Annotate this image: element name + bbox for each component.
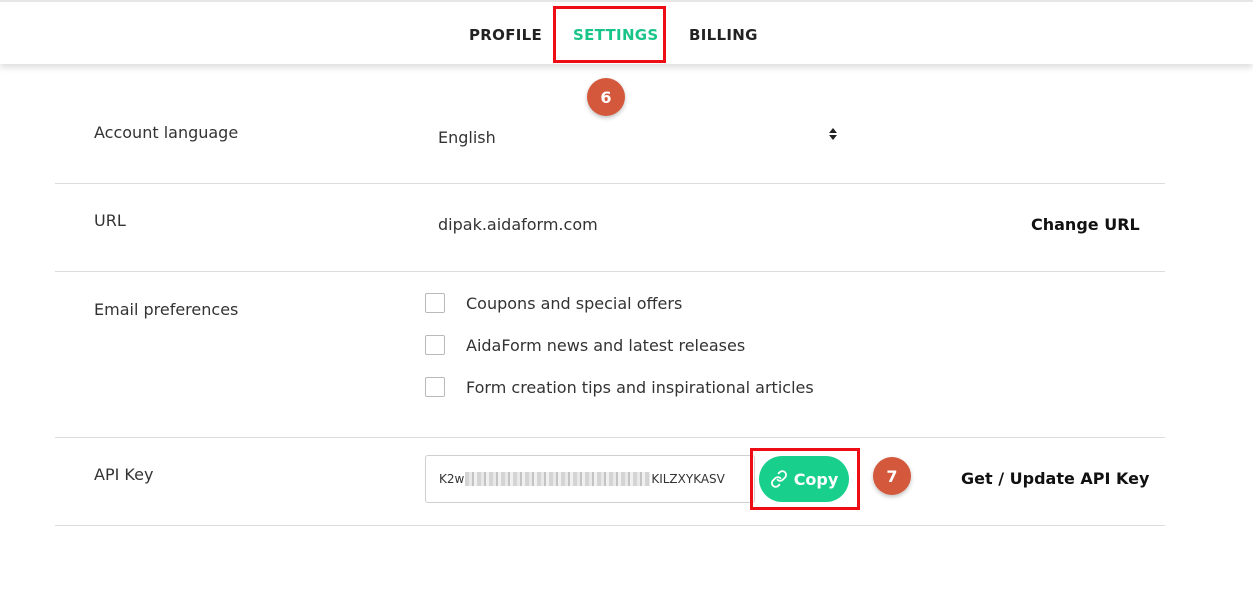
news-checkbox[interactable] (425, 335, 445, 355)
tips-label: Form creation tips and inspirational art… (466, 377, 814, 397)
email-pref-tips[interactable]: Form creation tips and inspirational art… (425, 377, 814, 397)
news-label: AidaForm news and latest releases (466, 335, 746, 355)
api-key-label: API Key (94, 465, 154, 484)
get-update-api-key-link[interactable]: Get / Update API Key (961, 469, 1149, 488)
select-arrows-icon (829, 128, 837, 140)
email-pref-news[interactable]: AidaForm news and latest releases (425, 335, 745, 355)
tips-checkbox[interactable] (425, 377, 445, 397)
divider (55, 525, 1165, 526)
divider (55, 183, 1165, 184)
api-key-prefix: K2w (439, 472, 465, 486)
account-language-select[interactable]: English (425, 118, 845, 156)
step-badge-6: 6 (587, 78, 625, 116)
api-key-input[interactable]: K2w KILZXYKASV (425, 455, 755, 503)
account-language-value: English (438, 127, 496, 147)
api-key-redacted (465, 472, 651, 486)
url-label: URL (94, 211, 126, 230)
copy-button-highlight-box (750, 448, 860, 510)
api-key-suffix: KILZXYKASV (651, 472, 725, 486)
settings-tab-highlight-box (553, 6, 666, 63)
url-value: dipak.aidaform.com (438, 215, 598, 234)
divider (55, 437, 1165, 438)
coupons-checkbox[interactable] (425, 293, 445, 313)
account-language-label: Account language (94, 123, 239, 142)
tab-billing[interactable]: BILLING (689, 26, 758, 44)
email-preferences-label: Email preferences (94, 300, 239, 319)
coupons-label: Coupons and special offers (466, 293, 683, 313)
change-url-link[interactable]: Change URL (1031, 215, 1140, 234)
tab-profile[interactable]: PROFILE (469, 26, 542, 44)
step-badge-7: 7 (873, 457, 911, 495)
divider (55, 271, 1165, 272)
email-pref-coupons[interactable]: Coupons and special offers (425, 293, 682, 313)
